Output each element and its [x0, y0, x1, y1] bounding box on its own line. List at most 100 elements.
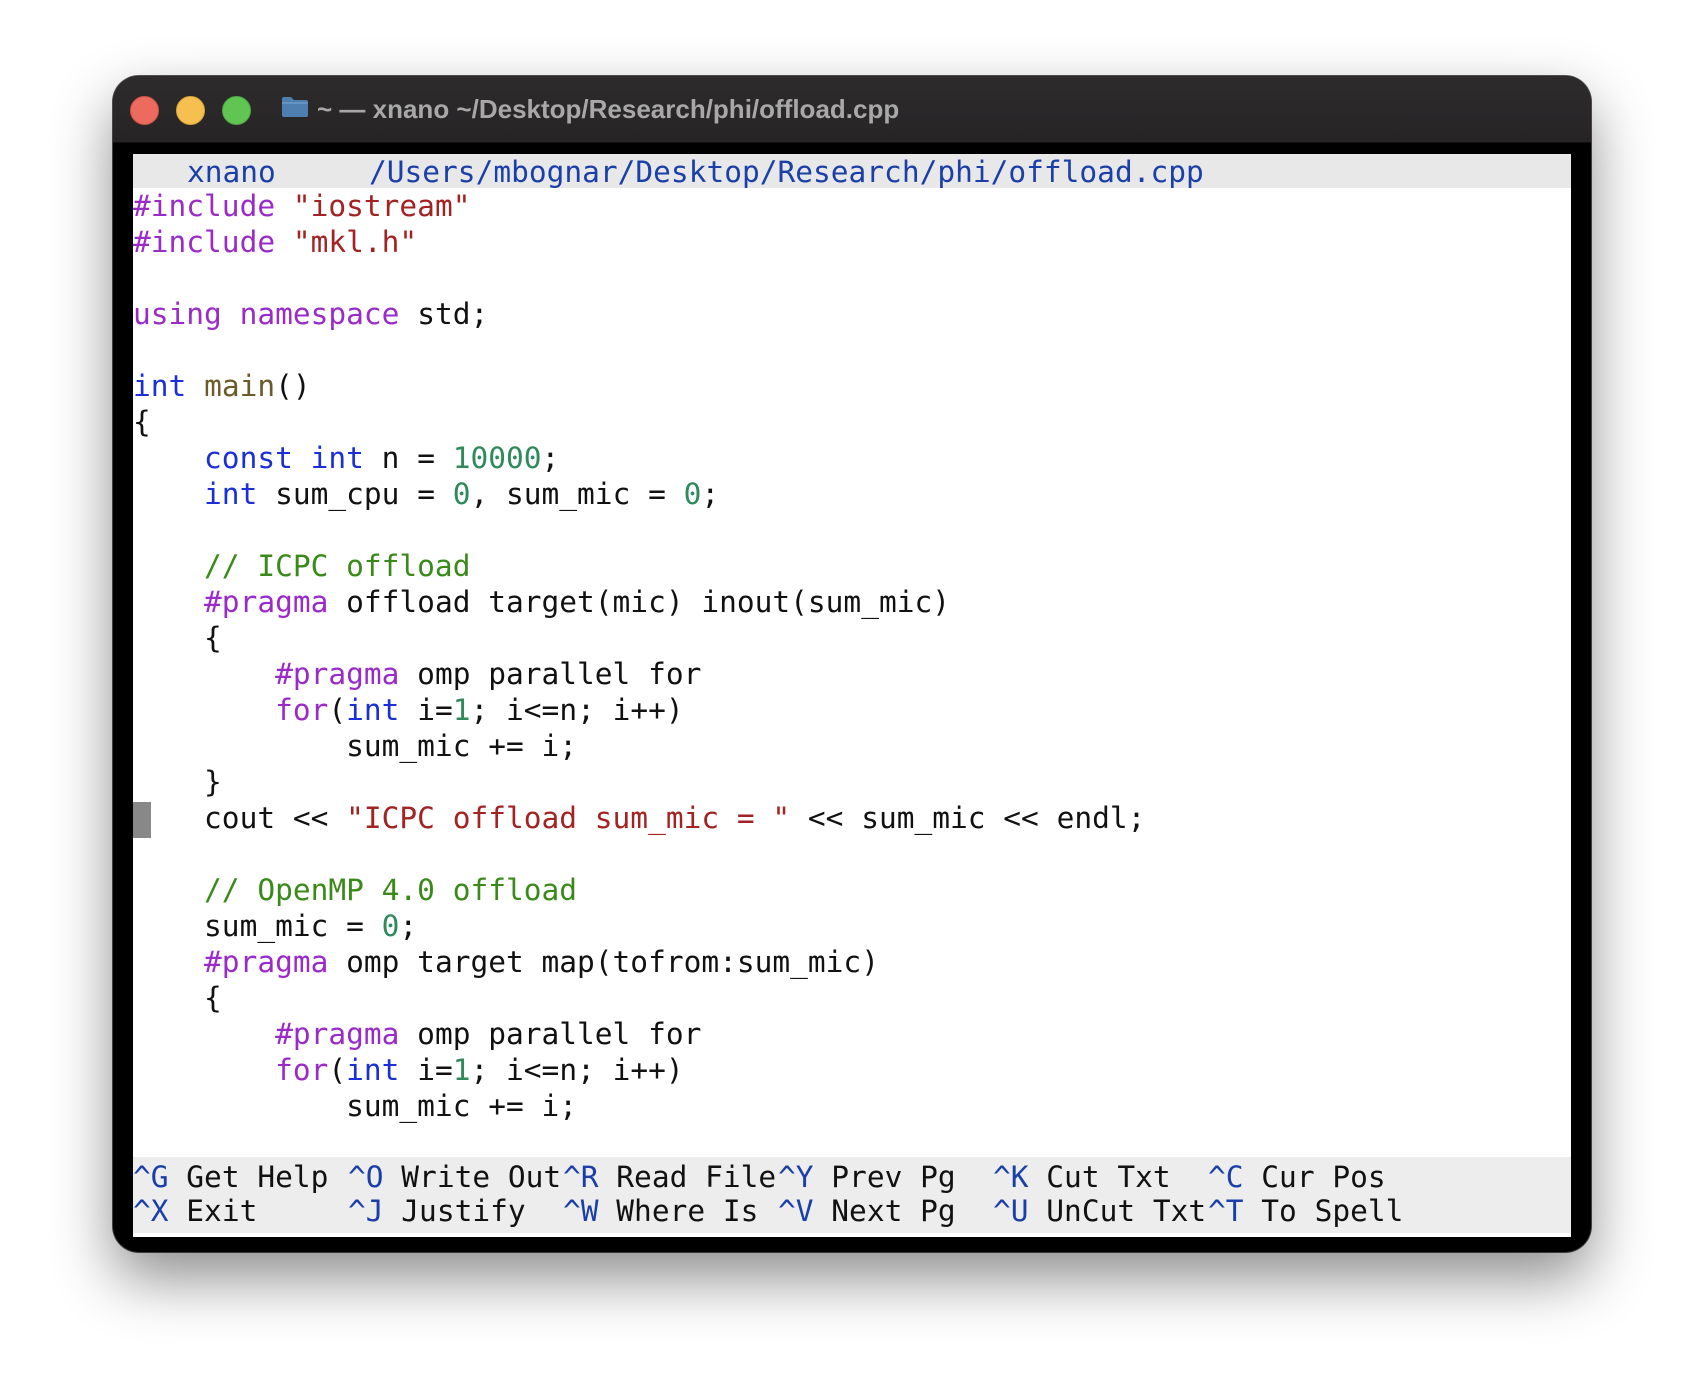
code-token: 0	[381, 909, 400, 943]
shortcut-label: Where Is	[616, 1194, 759, 1228]
code-line[interactable]: int main()	[133, 368, 1571, 404]
shortcut-key: ^O	[348, 1160, 384, 1194]
code-token: int	[310, 441, 364, 475]
code-token: ;	[399, 909, 418, 943]
code-token: #pragma	[204, 585, 329, 619]
shortcut-key: ^V	[778, 1194, 814, 1228]
code-token: 0	[683, 477, 702, 511]
shortcut-label: Next Pg	[831, 1194, 956, 1228]
code-line[interactable]: for(int i=1; i<=n; i++)	[133, 1052, 1571, 1088]
shortcut-key: ^T	[1208, 1194, 1244, 1228]
code-line[interactable]: int sum_cpu = 0, sum_mic = 0;	[133, 476, 1571, 512]
shortcut-where-is[interactable]: ^W Where Is	[563, 1193, 758, 1229]
file-path: /Users/mbognar/Desktop/Research/phi/offl…	[369, 155, 1204, 189]
code-line[interactable]: {	[133, 980, 1571, 1016]
code-line[interactable]: #include "iostream"	[133, 188, 1571, 224]
code-token: }	[133, 765, 222, 799]
title-bar[interactable]: ~ — xnano ~/Desktop/Research/phi/offload…	[113, 76, 1591, 143]
shortcut-key: ^G	[133, 1160, 169, 1194]
text-cursor	[133, 802, 151, 838]
shortcut-exit[interactable]: ^X Exit	[133, 1193, 257, 1229]
shortcut-bar: ^G Get Help ^O Write Out ^R Read File ^Y Pr…	[133, 1157, 1571, 1233]
shortcut-label: UnCut Txt	[1046, 1194, 1207, 1228]
code-line[interactable]: #pragma omp target map(tofrom:sum_mic)	[133, 944, 1571, 980]
shortcut-read-file[interactable]: ^R Read File	[563, 1159, 776, 1195]
code-token: ; i<=n; i++)	[470, 693, 684, 727]
shortcut-to-spell[interactable]: ^T To Spell	[1208, 1193, 1403, 1229]
code-token: int	[204, 477, 258, 511]
code-token: #include	[133, 225, 293, 259]
zoom-button[interactable]	[222, 96, 251, 125]
code-token: int	[346, 1053, 400, 1087]
shortcut-key: ^Y	[778, 1160, 814, 1194]
code-token: sum_mic =	[133, 909, 382, 943]
shortcut-cut-txt[interactable]: ^K Cut Txt	[993, 1159, 1171, 1195]
shortcut-next-pg[interactable]: ^V Next Pg	[778, 1193, 956, 1229]
code-line[interactable]: // OpenMP 4.0 offload	[133, 872, 1571, 908]
code-token: // ICPC offload	[204, 549, 471, 583]
code-token: 1	[452, 1053, 471, 1087]
code-token: int	[133, 369, 187, 403]
code-line[interactable]: #pragma offload target(mic) inout(sum_mi…	[133, 584, 1571, 620]
close-button[interactable]	[130, 96, 159, 125]
code-token: const	[204, 441, 293, 475]
code-line[interactable]: using namespace std;	[133, 296, 1571, 332]
terminal-content[interactable]: xnano /Users/mbognar/Desktop/Research/ph…	[133, 154, 1571, 1237]
window-title: ~ — xnano ~/Desktop/Research/phi/offload…	[317, 94, 900, 124]
shortcut-uncut-txt[interactable]: ^U UnCut Txt	[993, 1193, 1206, 1229]
code-line[interactable]: sum_mic += i;	[133, 1088, 1571, 1124]
code-token: ;	[541, 441, 560, 475]
code-token: for	[275, 1053, 329, 1087]
shortcut-get-help[interactable]: ^G Get Help	[133, 1159, 328, 1195]
code-line[interactable]: for(int i=1; i<=n; i++)	[133, 692, 1571, 728]
shortcut-key: ^U	[993, 1194, 1029, 1228]
shortcut-label: Read File	[616, 1160, 777, 1194]
code-line[interactable]: // ICPC offload	[133, 548, 1571, 584]
shortcut-label: Write Out	[401, 1160, 562, 1194]
code-line[interactable]	[133, 332, 1571, 368]
shortcut-justify[interactable]: ^J Justify	[348, 1193, 526, 1229]
code-line[interactable]: {	[133, 404, 1571, 440]
code-line[interactable]: sum_mic += i;	[133, 728, 1571, 764]
code-line[interactable]	[133, 512, 1571, 548]
code-line[interactable]	[133, 260, 1571, 296]
code-token: << sum_mic << endl;	[790, 801, 1146, 835]
code-token: "mkl.h"	[292, 225, 418, 259]
code-line[interactable]: }	[133, 764, 1571, 800]
shortcut-key: ^C	[1208, 1160, 1244, 1194]
code-line[interactable]: #include "mkl.h"	[133, 224, 1571, 260]
code-line[interactable]: sum_mic = 0;	[133, 908, 1571, 944]
shortcut-write-out[interactable]: ^O Write Out	[348, 1159, 561, 1195]
code-token: 1	[452, 693, 471, 727]
code-token: "iostream"	[292, 189, 471, 223]
program-name: xnano	[187, 155, 276, 189]
shortcut-label: Cut Txt	[1046, 1160, 1171, 1194]
code-token: ; i<=n; i++)	[470, 1053, 684, 1087]
code-line[interactable]: const int n = 10000;	[133, 440, 1571, 476]
code-token: "ICPC offload sum_mic = "	[346, 801, 791, 835]
code-token: #include	[133, 189, 293, 223]
code-line[interactable]: #pragma omp parallel for	[133, 1016, 1571, 1052]
shortcut-prev-pg[interactable]: ^Y Prev Pg	[778, 1159, 956, 1195]
terminal-window: ~ — xnano ~/Desktop/Research/phi/offload…	[113, 76, 1591, 1252]
code-token: #pragma	[275, 1017, 400, 1051]
shortcut-cur-pos[interactable]: ^C Cur Pos	[1208, 1159, 1386, 1195]
code-area[interactable]: #include "iostream" #include "mkl.h" using…	[133, 188, 1571, 1124]
code-token: 10000	[452, 441, 542, 475]
minimize-button[interactable]	[176, 96, 205, 125]
code-token: ;	[701, 477, 720, 511]
code-token: (	[328, 1053, 347, 1087]
code-line[interactable]: {	[133, 620, 1571, 656]
code-line[interactable]: #pragma omp parallel for	[133, 656, 1571, 692]
code-line[interactable]: cout << "ICPC offload sum_mic = " << sum…	[133, 800, 1571, 836]
code-line[interactable]	[133, 836, 1571, 872]
